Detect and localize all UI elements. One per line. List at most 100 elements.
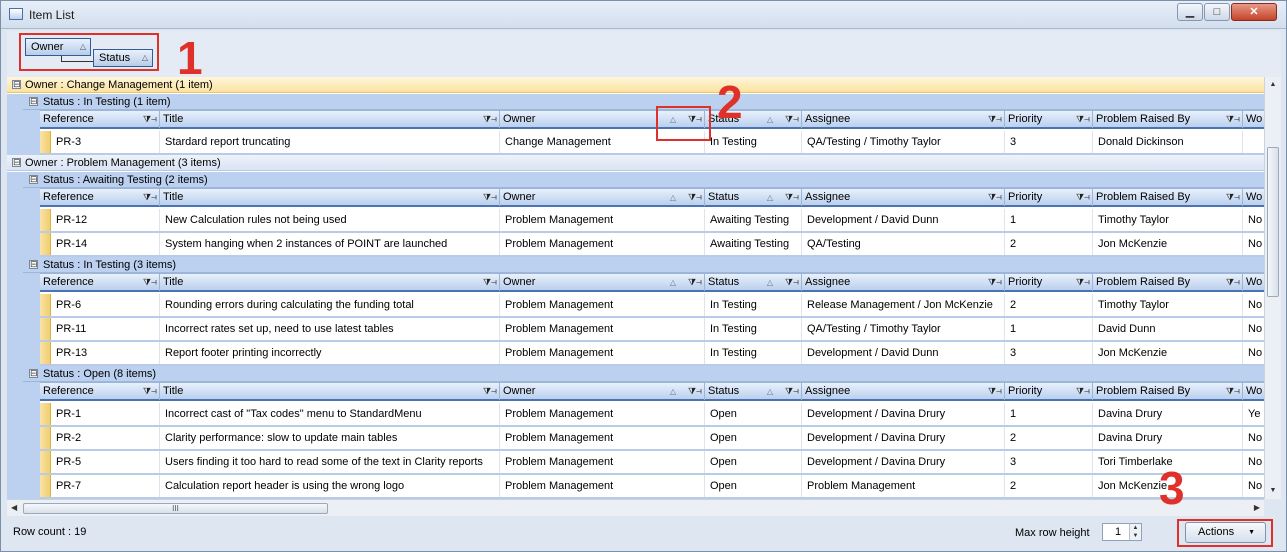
column-header-title[interactable]: Title ⧩⊣ xyxy=(160,274,500,291)
table-cell[interactable]: Jon McKenzie xyxy=(1093,342,1243,364)
table-cell[interactable]: Rounding errors during calculating the f… xyxy=(160,294,500,316)
table-row[interactable]: PR-5 Users finding it too hard to read so… xyxy=(40,451,1264,475)
table-cell[interactable]: 3 xyxy=(1005,131,1093,153)
sort-ascending-icon[interactable]: △ xyxy=(670,274,676,291)
table-cell[interactable]: No xyxy=(1243,342,1264,364)
table-cell[interactable]: Report footer printing incorrectly xyxy=(160,342,500,364)
collapse-icon[interactable]: ⊟ xyxy=(29,175,38,184)
filter-pin-icon[interactable]: ⧩⊣ xyxy=(688,189,702,206)
table-cell[interactable]: 3 xyxy=(1005,451,1093,473)
table-row[interactable]: PR-6 Rounding errors during calculating t… xyxy=(40,294,1264,318)
collapse-icon[interactable]: ⊟ xyxy=(29,97,38,106)
filter-pin-icon[interactable]: ⧩⊣ xyxy=(1226,111,1240,128)
table-cell[interactable]: Problem Management xyxy=(500,342,705,364)
filter-pin-icon[interactable]: ⧩⊣ xyxy=(1226,189,1240,206)
table-cell[interactable]: Development / David Dunn xyxy=(802,209,1005,231)
close-button[interactable]: ✕ xyxy=(1231,3,1277,21)
collapse-icon[interactable]: ⊟ xyxy=(12,158,21,167)
table-cell[interactable]: Development / Davina Drury xyxy=(802,427,1005,449)
table-row[interactable]: PR-14 System hanging when 2 instances of … xyxy=(40,233,1264,257)
table-cell[interactable]: Stardard report truncating xyxy=(160,131,500,153)
table-cell[interactable]: Clarity performance: slow to update main… xyxy=(160,427,500,449)
sort-ascending-icon[interactable]: △ xyxy=(767,274,773,291)
column-header-assignee[interactable]: Assignee ⧩⊣ xyxy=(802,111,1005,128)
column-header-assignee[interactable]: Assignee ⧩⊣ xyxy=(802,383,1005,400)
table-cell[interactable]: PR-7 xyxy=(51,475,160,497)
table-cell[interactable]: QA/Testing / Timothy Taylor xyxy=(802,318,1005,340)
table-cell[interactable]: PR-1 xyxy=(51,403,160,425)
table-cell[interactable]: QA/Testing / Timothy Taylor xyxy=(802,131,1005,153)
filter-pin-icon[interactable]: ⧩⊣ xyxy=(1076,383,1090,400)
column-header-title[interactable]: Title ⧩⊣ xyxy=(160,189,500,206)
table-cell[interactable]: Open xyxy=(705,403,802,425)
column-header-status[interactable]: Status ⧩⊣ △ xyxy=(705,189,802,206)
title-bar[interactable]: Item List ▁ □ ✕ xyxy=(1,1,1286,29)
stepper-arrows-icon[interactable]: ▲ ▼ xyxy=(1129,524,1141,540)
table-cell[interactable]: Release Management / Jon McKenzie xyxy=(802,294,1005,316)
table-cell[interactable]: 2 xyxy=(1005,475,1093,497)
table-cell[interactable]: David Dunn xyxy=(1093,318,1243,340)
table-cell[interactable]: In Testing xyxy=(705,131,802,153)
table-cell[interactable]: Problem Management xyxy=(500,209,705,231)
status-group-row[interactable]: ⊟ Status : In Testing (3 items) xyxy=(7,257,1264,273)
table-cell[interactable]: Problem Management xyxy=(500,427,705,449)
owner-group-row[interactable]: ⊟ Owner : Problem Management (3 items) xyxy=(7,155,1264,171)
table-cell[interactable]: Incorrect rates set up, need to use late… xyxy=(160,318,500,340)
maximize-button[interactable]: □ xyxy=(1204,3,1230,21)
column-header-reference[interactable]: Reference ⧩⊣ xyxy=(40,189,160,206)
column-header-priority[interactable]: Priority ⧩⊣ xyxy=(1005,111,1093,128)
column-header-problem-raised-by[interactable]: Problem Raised By ⧩⊣ xyxy=(1093,383,1243,400)
vertical-scroll-thumb[interactable] xyxy=(1267,147,1279,297)
filter-pin-icon[interactable]: ⧩⊣ xyxy=(143,274,157,291)
table-cell[interactable]: In Testing xyxy=(705,294,802,316)
column-header-owner[interactable]: Owner ⧩⊣ △ xyxy=(500,189,705,206)
table-cell[interactable]: 2 xyxy=(1005,294,1093,316)
filter-pin-icon[interactable]: ⧩⊣ xyxy=(143,383,157,400)
table-cell[interactable]: Timothy Taylor xyxy=(1093,209,1243,231)
table-cell[interactable]: No xyxy=(1243,209,1264,231)
table-cell[interactable]: Donald Dickinson xyxy=(1093,131,1243,153)
filter-pin-icon[interactable]: ⧩⊣ xyxy=(688,383,702,400)
collapse-icon[interactable]: ⊟ xyxy=(29,369,38,378)
filter-pin-icon[interactable]: ⧩⊣ xyxy=(1226,383,1240,400)
table-cell[interactable]: Incorrect cast of "Tax codes" menu to St… xyxy=(160,403,500,425)
table-cell[interactable]: Calculation report header is using the w… xyxy=(160,475,500,497)
sort-ascending-icon[interactable]: △ xyxy=(767,383,773,400)
column-header-priority[interactable]: Priority ⧩⊣ xyxy=(1005,189,1093,206)
collapse-icon[interactable]: ⊟ xyxy=(29,260,38,269)
table-cell[interactable]: No xyxy=(1243,233,1264,255)
table-cell[interactable]: Ye xyxy=(1243,403,1264,425)
sort-ascending-icon[interactable]: △ xyxy=(670,383,676,400)
filter-pin-icon[interactable]: ⧩⊣ xyxy=(1076,189,1090,206)
table-cell[interactable]: In Testing xyxy=(705,342,802,364)
table-cell[interactable]: 2 xyxy=(1005,233,1093,255)
filter-pin-icon[interactable]: ⧩⊣ xyxy=(143,111,157,128)
table-cell[interactable]: 2 xyxy=(1005,427,1093,449)
table-cell[interactable]: PR-5 xyxy=(51,451,160,473)
sort-ascending-icon[interactable]: △ xyxy=(670,189,676,206)
column-header-owner[interactable]: Owner ⧩⊣ △ xyxy=(500,383,705,400)
status-group-row[interactable]: ⊟ Status : Open (8 items) xyxy=(7,366,1264,382)
table-cell[interactable]: No xyxy=(1243,475,1264,497)
table-cell[interactable]: PR-3 xyxy=(51,131,160,153)
table-cell[interactable]: Development / David Dunn xyxy=(802,342,1005,364)
table-row[interactable]: PR-1 Incorrect cast of "Tax codes" menu t… xyxy=(40,403,1264,427)
table-cell[interactable]: No xyxy=(1243,427,1264,449)
table-cell[interactable]: Awaiting Testing xyxy=(705,209,802,231)
table-cell[interactable]: Problem Management xyxy=(500,294,705,316)
column-header-wo[interactable]: Wo xyxy=(1243,383,1264,400)
table-cell[interactable]: PR-6 xyxy=(51,294,160,316)
table-cell[interactable]: Problem Management xyxy=(802,475,1005,497)
column-header-reference[interactable]: Reference ⧩⊣ xyxy=(40,383,160,400)
column-header-assignee[interactable]: Assignee ⧩⊣ xyxy=(802,189,1005,206)
column-header-problem-raised-by[interactable]: Problem Raised By ⧩⊣ xyxy=(1093,111,1243,128)
table-cell[interactable]: Open xyxy=(705,475,802,497)
filter-pin-icon[interactable]: ⧩⊣ xyxy=(785,383,799,400)
max-row-height-stepper[interactable]: 1 ▲ ▼ xyxy=(1102,523,1142,541)
horizontal-scroll-thumb[interactable]: III xyxy=(23,503,328,514)
table-cell[interactable]: QA/Testing xyxy=(802,233,1005,255)
item-grid[interactable]: ⊟ Owner : Change Management (1 item) ⊟ Stat… xyxy=(7,77,1264,499)
column-header-status[interactable]: Status ⧩⊣ △ xyxy=(705,383,802,400)
filter-pin-icon[interactable]: ⧩⊣ xyxy=(785,274,799,291)
scroll-up-icon[interactable]: ▲ xyxy=(1267,79,1279,91)
